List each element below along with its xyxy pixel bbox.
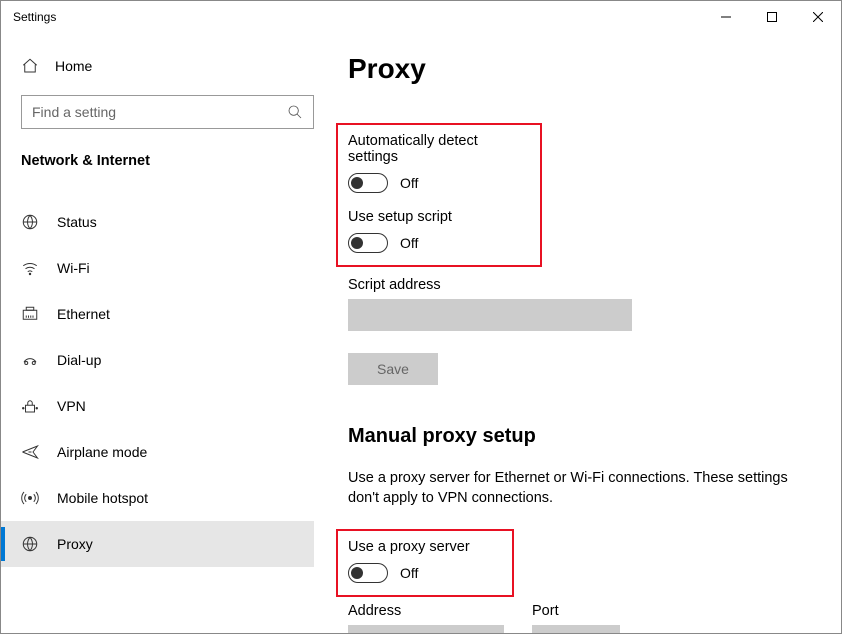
search-icon [287, 104, 303, 120]
address-label: Address [348, 603, 504, 619]
use-proxy-state: Off [400, 565, 418, 581]
script-address-label: Script address [348, 277, 801, 293]
sidebar-item-vpn[interactable]: VPN [1, 383, 314, 429]
search-placeholder: Find a setting [32, 104, 116, 120]
sidebar-item-label: Mobile hotspot [57, 490, 148, 506]
auto-detect-state: Off [400, 175, 418, 191]
sidebar-item-ethernet[interactable]: Ethernet [1, 291, 314, 337]
sidebar-item-label: Ethernet [57, 306, 110, 322]
titlebar: Settings [1, 1, 841, 33]
manual-description: Use a proxy server for Ethernet or Wi-Fi… [348, 468, 788, 509]
script-address-input[interactable] [348, 299, 632, 331]
use-proxy-toggle[interactable] [348, 563, 388, 583]
sidebar-item-airplane[interactable]: Airplane mode [1, 429, 314, 475]
hotspot-icon [21, 489, 39, 507]
auto-detect-label: Automatically detect settings [348, 133, 530, 165]
sidebar-item-wifi[interactable]: Wi-Fi [1, 245, 314, 291]
minimize-button[interactable] [703, 1, 749, 33]
port-column: Port [532, 603, 620, 633]
sidebar-item-label: Dial-up [57, 352, 101, 368]
maximize-button[interactable] [749, 1, 795, 33]
ethernet-icon [21, 305, 39, 323]
manual-heading: Manual proxy setup [348, 425, 801, 448]
status-icon [21, 213, 39, 231]
main-panel: Proxy Automatically detect settings Off … [334, 33, 841, 633]
sidebar-item-label: Wi-Fi [57, 260, 90, 276]
sidebar-item-hotspot[interactable]: Mobile hotspot [1, 475, 314, 521]
setup-script-state: Off [400, 235, 418, 251]
sidebar: Home Find a setting Network & Internet S… [1, 33, 334, 633]
home-icon [21, 57, 39, 75]
page-title: Proxy [348, 53, 801, 85]
window-title: Settings [13, 10, 56, 24]
home-link[interactable]: Home [21, 57, 314, 75]
proxy-icon [21, 535, 39, 553]
address-input[interactable] [348, 625, 504, 633]
highlight-box-proxy: Use a proxy server Off [336, 529, 514, 597]
port-label: Port [532, 603, 620, 619]
airplane-icon [21, 443, 39, 461]
sidebar-item-dialup[interactable]: Dial-up [1, 337, 314, 383]
wifi-icon [21, 259, 39, 277]
use-proxy-label: Use a proxy server [348, 539, 502, 555]
setup-script-label: Use setup script [348, 209, 530, 225]
highlight-box-auto: Automatically detect settings Off Use se… [336, 123, 542, 267]
sidebar-item-label: Airplane mode [57, 444, 147, 460]
sidebar-item-status[interactable]: Status [1, 199, 314, 245]
sidebar-item-label: VPN [57, 398, 86, 414]
system-buttons [703, 1, 841, 33]
search-input[interactable]: Find a setting [21, 95, 314, 129]
close-button[interactable] [795, 1, 841, 33]
auto-detect-toggle[interactable] [348, 173, 388, 193]
vpn-icon [21, 397, 39, 415]
sidebar-item-proxy[interactable]: Proxy [1, 521, 314, 567]
port-input[interactable] [532, 625, 620, 633]
sidebar-category: Network & Internet [21, 153, 314, 169]
save-button[interactable]: Save [348, 353, 438, 385]
address-column: Address [348, 603, 504, 633]
home-label: Home [55, 58, 92, 74]
sidebar-item-label: Status [57, 214, 97, 230]
setup-script-toggle[interactable] [348, 233, 388, 253]
dialup-icon [21, 351, 39, 369]
sidebar-item-label: Proxy [57, 536, 93, 552]
